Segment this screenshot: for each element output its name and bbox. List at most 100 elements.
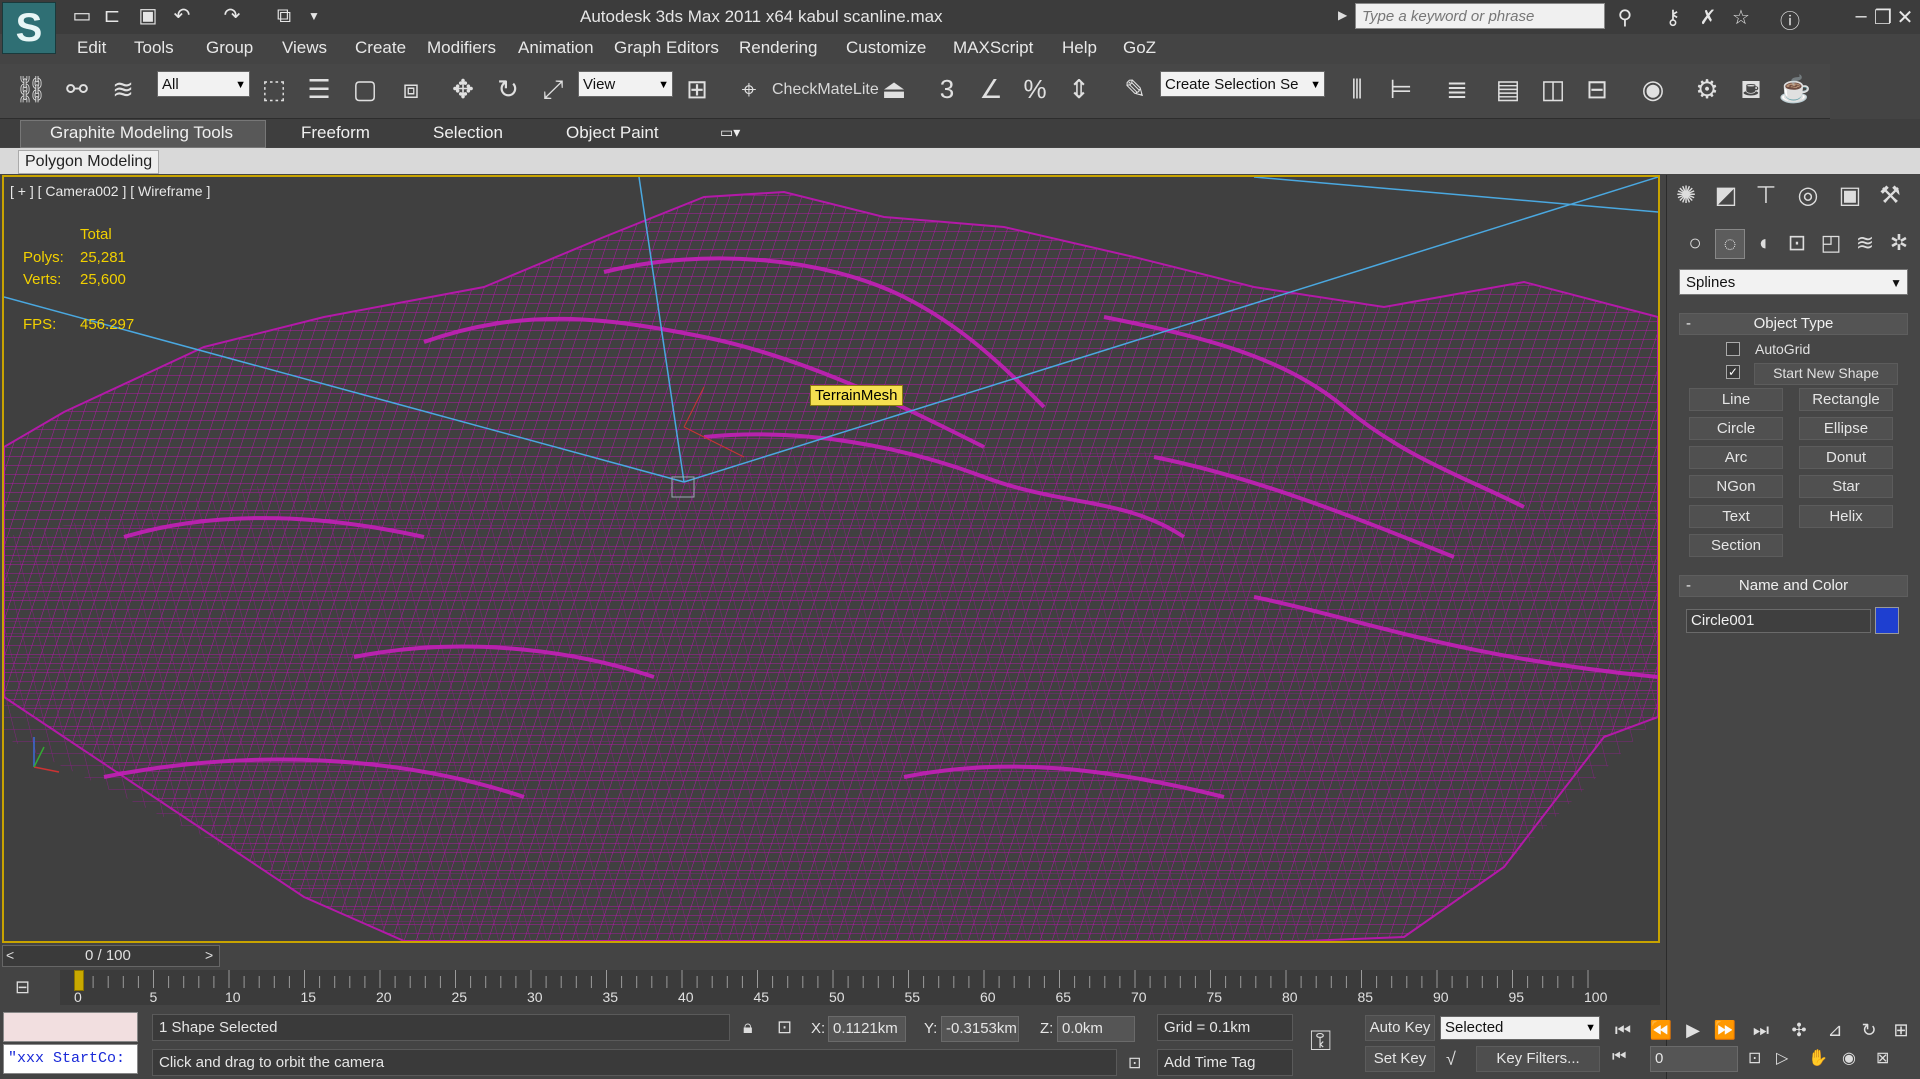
object-name-input[interactable]: Circle001 (1686, 609, 1871, 633)
helpers-icon[interactable]: ◰ (1817, 229, 1845, 257)
viewport-label-menu[interactable]: [ + ] [ Camera002 ] [ Wireframe ] (10, 183, 210, 199)
cameras-icon[interactable]: ⊡ (1783, 229, 1811, 257)
window-crossing-icon[interactable]: ⧈ (394, 72, 428, 106)
select-by-name-icon[interactable]: ☰ (302, 72, 336, 106)
menu-views[interactable]: Views (282, 38, 327, 58)
render-production-icon[interactable]: ☕ (1778, 72, 1812, 106)
menu-tools[interactable]: Tools (134, 38, 174, 58)
dolly-camera-icon[interactable]: ▷ (1776, 1048, 1788, 1068)
display-tab-icon[interactable]: ▣ (1835, 181, 1865, 211)
helix-button[interactable]: Helix (1799, 505, 1893, 528)
go-to-end-icon[interactable]: ⏭ (1748, 1017, 1774, 1043)
named-selection-dropdown[interactable]: Create Selection Se ▼ (1160, 71, 1325, 97)
x-coord-input[interactable]: 0.1121km (828, 1016, 906, 1042)
render-setup-icon[interactable]: ⚙ (1690, 72, 1724, 106)
select-and-move-icon[interactable]: ✥ (446, 72, 480, 106)
add-time-tag-button[interactable]: Add Time Tag (1157, 1049, 1293, 1076)
redo-icon[interactable]: ↷ (220, 4, 244, 28)
motion-tab-icon[interactable]: ◎ (1793, 181, 1823, 211)
rectangular-selection-icon[interactable]: ▢ (348, 72, 382, 106)
curve-editor-icon[interactable]: ◫ (1536, 72, 1570, 106)
menu-edit[interactable]: Edit (77, 38, 106, 58)
search-expand-icon[interactable]: ▶ (1338, 8, 1347, 22)
mini-curve-editor-icon[interactable]: ⊟ (15, 977, 30, 998)
start-new-shape-button[interactable]: Start New Shape (1754, 363, 1898, 385)
menu-customize[interactable]: Customize (846, 38, 926, 58)
infocenter-search-input[interactable]: Type a keyword or phrase (1355, 3, 1605, 29)
y-coord-input[interactable]: -0.3153km (941, 1016, 1019, 1042)
name-color-rollout-header[interactable]: - Name and Color (1679, 575, 1908, 597)
checkmate-export-icon[interactable]: ⏏ (877, 72, 911, 106)
absolute-offset-mode-icon[interactable]: ⊡ (777, 1017, 792, 1038)
tab-graphite-modeling-tools[interactable]: Graphite Modeling Tools (50, 123, 233, 143)
selection-filter-dropdown[interactable]: All ▼ (157, 71, 250, 97)
line-button[interactable]: Line (1689, 388, 1783, 411)
tab-selection[interactable]: Selection (433, 123, 503, 143)
subscription-key-icon[interactable]: ⚷ (1660, 5, 1686, 30)
menu-group[interactable]: Group (206, 38, 253, 58)
maxscript-listener-output[interactable] (3, 1012, 138, 1042)
select-and-rotate-icon[interactable]: ↻ (491, 72, 525, 106)
communication-icon[interactable]: ✗ (1695, 5, 1721, 30)
menu-rendering[interactable]: Rendering (739, 38, 817, 58)
undo-icon[interactable]: ↶ (170, 4, 194, 28)
bind-to-space-warp-icon[interactable]: ≋ (106, 72, 140, 106)
start-new-shape-checkbox[interactable]: ✓ (1726, 365, 1740, 379)
play-icon[interactable]: ▶ (1680, 1017, 1706, 1043)
systems-icon[interactable]: ✲ (1885, 229, 1913, 257)
menu-graph-editors[interactable]: Graph Editors (614, 38, 719, 58)
material-editor-icon[interactable]: ◉ (1636, 72, 1670, 106)
orbit-camera-icon[interactable]: ↻ (1856, 1017, 1882, 1043)
next-frame-arrow-icon[interactable]: > (205, 947, 213, 963)
hierarchy-tab-icon[interactable]: ⊤ (1751, 181, 1781, 211)
menu-modifiers[interactable]: Modifiers (427, 38, 496, 58)
project-folder-icon[interactable]: ⧉ (272, 4, 296, 28)
application-menu-logo-icon[interactable]: S (2, 2, 56, 54)
shapes-icon[interactable]: ◌ (1715, 229, 1745, 259)
selection-lock-icon[interactable]: 🔒︎ (743, 1017, 753, 1038)
create-tab-icon[interactable]: ✺ (1671, 181, 1701, 211)
select-object-icon[interactable]: ⬚ (257, 72, 291, 106)
field-of-view-icon[interactable]: ⊿ (1822, 1017, 1848, 1043)
donut-button[interactable]: Donut (1799, 446, 1893, 469)
time-marker[interactable] (74, 970, 84, 991)
object-category-dropdown[interactable]: Splines ▼ (1679, 269, 1908, 295)
ellipse-button[interactable]: Ellipse (1799, 417, 1893, 440)
time-tag-icon[interactable]: ⊡ (1128, 1053, 1141, 1073)
maximize-viewport-icon[interactable]: ⊞ (1888, 1017, 1914, 1043)
circle-button[interactable]: Circle (1689, 417, 1783, 440)
mirror-icon[interactable]: ⫴ (1340, 72, 1374, 106)
camera-viewport[interactable] (2, 175, 1660, 943)
help-icon[interactable]: ⓘ (1777, 5, 1803, 34)
pivot-center-icon[interactable]: ⊞ (680, 72, 714, 106)
reference-coordinate-dropdown[interactable]: View ▼ (578, 71, 673, 97)
roll-camera-icon[interactable]: ◉ (1842, 1048, 1856, 1068)
set-keys-key-icon[interactable]: ⚿ (1310, 1025, 1331, 1058)
ribbon-options-icon[interactable]: ▭▾ (720, 124, 740, 141)
menu-goz[interactable]: GoZ (1123, 38, 1156, 58)
key-filters-button[interactable]: Key Filters... (1476, 1046, 1600, 1072)
spinner-snap-icon[interactable]: ⇕ (1062, 72, 1096, 106)
previous-frame-arrow-icon[interactable]: < (6, 947, 14, 963)
edit-named-selection-icon[interactable]: ✎ (1118, 72, 1152, 106)
star-button[interactable]: Star (1799, 475, 1893, 498)
object-color-swatch[interactable] (1875, 607, 1899, 634)
section-button[interactable]: Section (1689, 534, 1783, 557)
utilities-tab-icon[interactable]: ⚒ (1875, 181, 1905, 211)
key-mode-toggle-icon[interactable]: ⏮ (1612, 1048, 1626, 1066)
unlink-selection-icon[interactable]: ⚯ (60, 72, 94, 106)
layer-manager-icon[interactable]: ≣ (1440, 72, 1474, 106)
walk-through-icon[interactable]: ⊠ (1876, 1048, 1889, 1068)
ngon-button[interactable]: NGon (1689, 475, 1783, 498)
select-and-scale-icon[interactable]: ⤢ (536, 72, 570, 106)
favorites-star-icon[interactable]: ☆ (1728, 5, 1754, 30)
select-and-link-icon[interactable]: ⛓ (14, 72, 48, 106)
angle-snap-icon[interactable]: ∠ (974, 72, 1008, 106)
menu-create[interactable]: Create (355, 38, 406, 58)
percent-snap-icon[interactable]: % (1018, 72, 1052, 106)
modify-tab-icon[interactable]: ◩ (1711, 181, 1741, 211)
text-button[interactable]: Text (1689, 505, 1783, 528)
snaps-toggle-icon[interactable]: 3 (930, 72, 964, 106)
z-coord-input[interactable]: 0.0km (1057, 1016, 1135, 1042)
menu-animation[interactable]: Animation (518, 38, 594, 58)
